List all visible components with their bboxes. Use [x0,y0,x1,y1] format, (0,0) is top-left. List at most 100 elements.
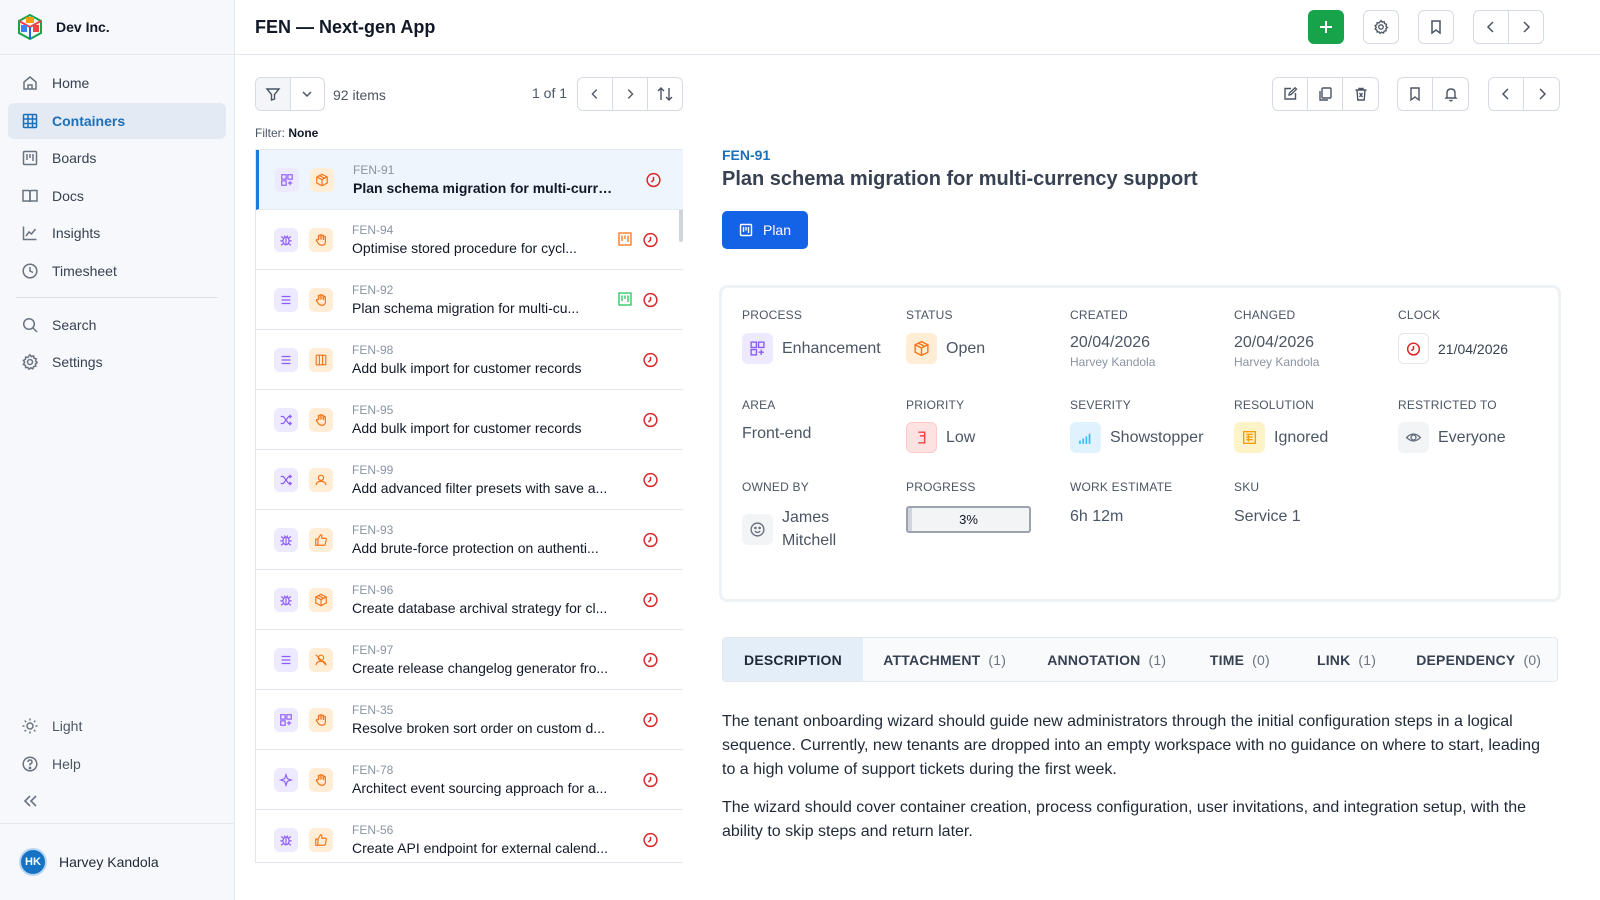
previous-button[interactable] [1473,10,1509,44]
sidebar: Dev Inc. Home Containers Boards Docs Ins… [0,0,235,900]
filter-button[interactable] [256,78,291,110]
bug-icon [274,827,298,852]
list-item-text: FEN-56 Create API endpoint for external c… [352,823,614,857]
list-item[interactable]: FEN-56 Create API endpoint for external c… [256,810,683,862]
prop-restricted[interactable]: RESTRICTED TO Everyone [1398,398,1506,453]
alarm-clock-icon [642,651,659,668]
tab-dependency[interactable]: DEPENDENCY (0) [1400,638,1557,681]
bookmark-button[interactable] [1418,10,1454,44]
list-item[interactable]: FEN-94 Optimise stored procedure for cycl… [256,210,683,270]
tab-link[interactable]: LINK (1) [1293,638,1401,681]
list-item[interactable]: FEN-98 Add bulk import for customer recor… [256,330,683,390]
delete-button[interactable] [1343,78,1378,110]
prop-area[interactable]: AREA Front-end [742,398,811,443]
list-item[interactable]: FEN-99 Add advanced filter presets with s… [256,450,683,510]
sidebar-item-timesheet[interactable]: Timesheet [8,253,226,289]
prop-resolution[interactable]: RESOLUTION Ignored [1234,398,1328,453]
sidebar-item-search[interactable]: Search [8,307,226,343]
prop-value: Ignored [1274,428,1329,446]
tab-description[interactable]: DESCRIPTION [723,638,863,681]
user-profile[interactable]: HK Harvey Kandola [0,823,234,900]
sidebar-item-home[interactable]: Home [8,65,226,101]
tab-annotation[interactable]: ANNOTATION (1) [1026,638,1187,681]
list-item[interactable]: FEN-91 Plan schema migration for multi-cu… [256,150,683,210]
prop-author: Harvey Kandola [1070,355,1156,369]
filter-icon [265,88,281,101]
prop-status[interactable]: STATUS Open [906,308,985,364]
prop-label: PROGRESS [906,480,976,494]
alarm-clock-icon [642,831,659,848]
tab-label: ATTACHMENT [883,651,981,668]
sidebar-item-insights[interactable]: Insights [8,215,226,251]
list-item-title: Optimise stored procedure for cycl... [352,239,577,256]
bookmark-item-button[interactable] [1398,78,1433,110]
chevrons-left-icon [21,792,39,810]
list-item-text: FEN-99 Add advanced filter presets with s… [352,463,614,497]
prop-severity[interactable]: SEVERITY Showstopper [1070,398,1203,453]
item-title[interactable]: Plan schema migration for multi-currency… [722,168,1198,191]
next-page-button[interactable] [613,78,648,110]
list-icon [274,287,298,312]
previous-item-button[interactable] [1489,78,1524,110]
prop-process[interactable]: PROCESS Enhancement [742,308,881,364]
watch-button[interactable] [1433,78,1468,110]
list-item-id: FEN-96 [352,582,394,597]
sort-button[interactable] [648,78,682,110]
prop-work-estimate[interactable]: WORK ESTIMATE 6h 12m [1070,480,1172,526]
filter-status-value: None [288,126,319,140]
list-item-title: Create database archival strategy for cl… [352,599,608,616]
list-item-id: FEN-93 [352,522,394,537]
list-item[interactable]: FEN-97 Create release changelog generator… [256,630,683,690]
list-item[interactable]: FEN-35 Resolve broken sort order on custo… [256,690,683,750]
list-item[interactable]: FEN-92 Plan schema migration for multi-cu… [256,270,683,330]
prop-sku[interactable]: SKU Service 1 [1234,480,1301,526]
prop-value: Service 1 [1234,508,1301,525]
list-item-id: FEN-94 [352,222,394,237]
sidebar-item-docs[interactable]: Docs [8,178,226,214]
list-item[interactable]: FEN-95 Add bulk import for customer recor… [256,390,683,450]
settings-button[interactable] [1363,10,1399,44]
filter-status-label: Filter: [255,126,285,140]
shuffle-icon [274,467,298,492]
progress-bar[interactable]: 3% [906,506,1031,533]
sidebar-item-label: Home [52,75,90,91]
sidebar-item-settings[interactable]: Settings [8,344,226,380]
next-button[interactable] [1508,10,1544,44]
prop-value: Low [946,428,976,446]
list-item-id: FEN-78 [352,762,394,777]
tab-time[interactable]: TIME (0) [1187,638,1293,681]
duplicate-button[interactable] [1308,78,1343,110]
flag-board-icon [1234,422,1265,453]
prop-owner[interactable]: OWNED BY James Mitchell [742,480,836,552]
next-item-button[interactable] [1524,78,1559,110]
chevron-left-icon [1486,21,1494,33]
sidebar-item-boards[interactable]: Boards [8,140,226,176]
prop-value: Everyone [1438,428,1506,446]
theme-toggle[interactable]: Light [8,708,226,744]
help-link[interactable]: Help [8,746,226,782]
brand[interactable]: Dev Inc. [0,0,234,55]
prop-progress[interactable]: PROGRESS 3% [906,480,1031,533]
plan-button[interactable]: Plan [722,211,808,249]
prop-priority[interactable]: PRIORITY Low [906,398,975,453]
list-icon [274,347,298,372]
add-button[interactable] [1308,10,1344,44]
filter-dropdown-button[interactable] [291,78,325,110]
chevron-right-icon [1523,21,1531,33]
grid-icon [742,333,773,364]
tab-count: (1) [1358,651,1377,668]
alarm-clock-icon [1398,333,1429,364]
list-item[interactable]: FEN-96 Create database archival strategy … [256,570,683,630]
sidebar-item-label: Search [52,316,97,333]
list-item[interactable]: FEN-78 Architect event sourcing approach … [256,750,683,810]
item-id: FEN-91 [722,147,771,163]
edit-button[interactable] [1273,78,1308,110]
help-icon [21,755,39,773]
prop-clock[interactable]: CLOCK 21/04/2026 [1398,308,1508,364]
sidebar-footer-nav: Light Help [8,708,226,821]
prev-page-button[interactable] [578,78,613,110]
sidebar-item-containers[interactable]: Containers [8,102,226,139]
list-item[interactable]: FEN-93 Add brute-force protection on auth… [256,510,683,570]
collapse-sidebar-button[interactable] [8,783,226,819]
tab-attachment[interactable]: ATTACHMENT (1) [863,638,1026,681]
